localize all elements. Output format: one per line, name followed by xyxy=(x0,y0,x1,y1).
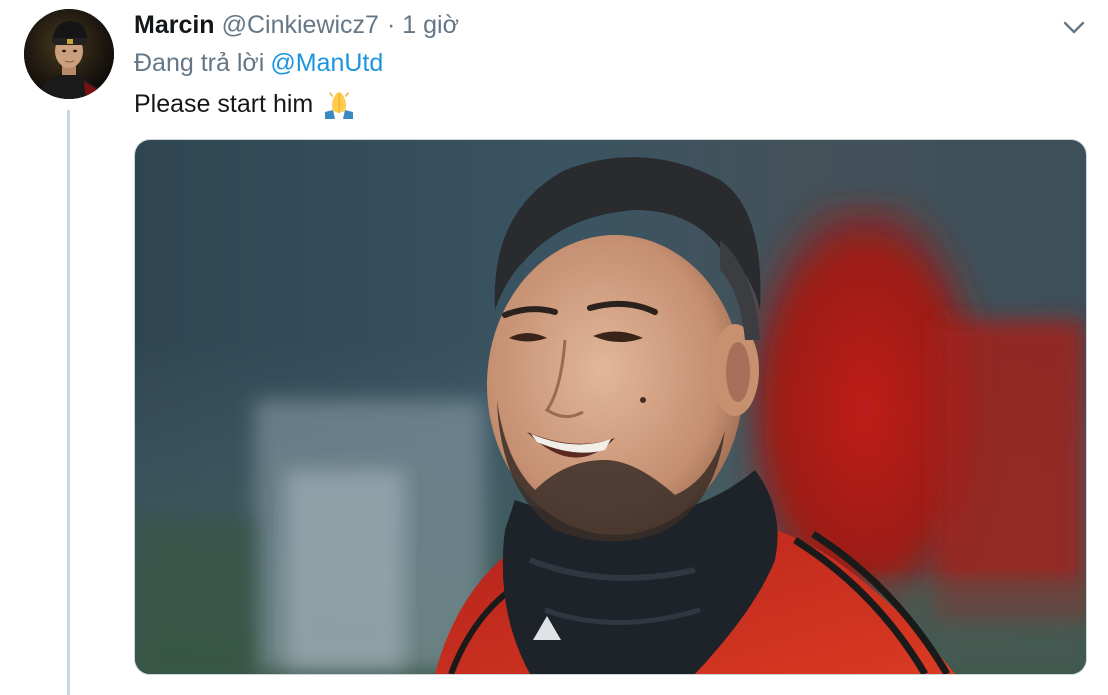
player-photo xyxy=(135,140,1086,674)
folded-hands-emoji xyxy=(322,88,356,120)
tweet-header: Marcin @Cinkiewicz7 · 1 giờ xyxy=(134,11,459,43)
avatar[interactable] xyxy=(24,9,114,99)
separator-dot: · xyxy=(386,11,396,39)
tweet-text: Please start him xyxy=(134,88,356,120)
reply-mention-link[interactable]: @ManUtd xyxy=(270,49,383,77)
reply-prefix: Đang trả lời xyxy=(134,49,265,77)
avatar-image xyxy=(24,9,114,99)
timestamp[interactable]: 1 giờ xyxy=(402,11,459,40)
author-name[interactable]: Marcin xyxy=(134,11,215,40)
tweet-text-content: Please start him xyxy=(134,89,314,118)
tweet-media-photo[interactable] xyxy=(134,139,1087,675)
chevron-down-icon[interactable] xyxy=(1061,15,1087,41)
reply-context: Đang trả lời @ManUtd xyxy=(134,49,383,78)
author-handle[interactable]: @Cinkiewicz7 xyxy=(222,11,379,40)
thread-line xyxy=(67,110,70,695)
tweet[interactable]: Marcin @Cinkiewicz7 · 1 giờ Đang trả lời… xyxy=(0,0,1108,695)
